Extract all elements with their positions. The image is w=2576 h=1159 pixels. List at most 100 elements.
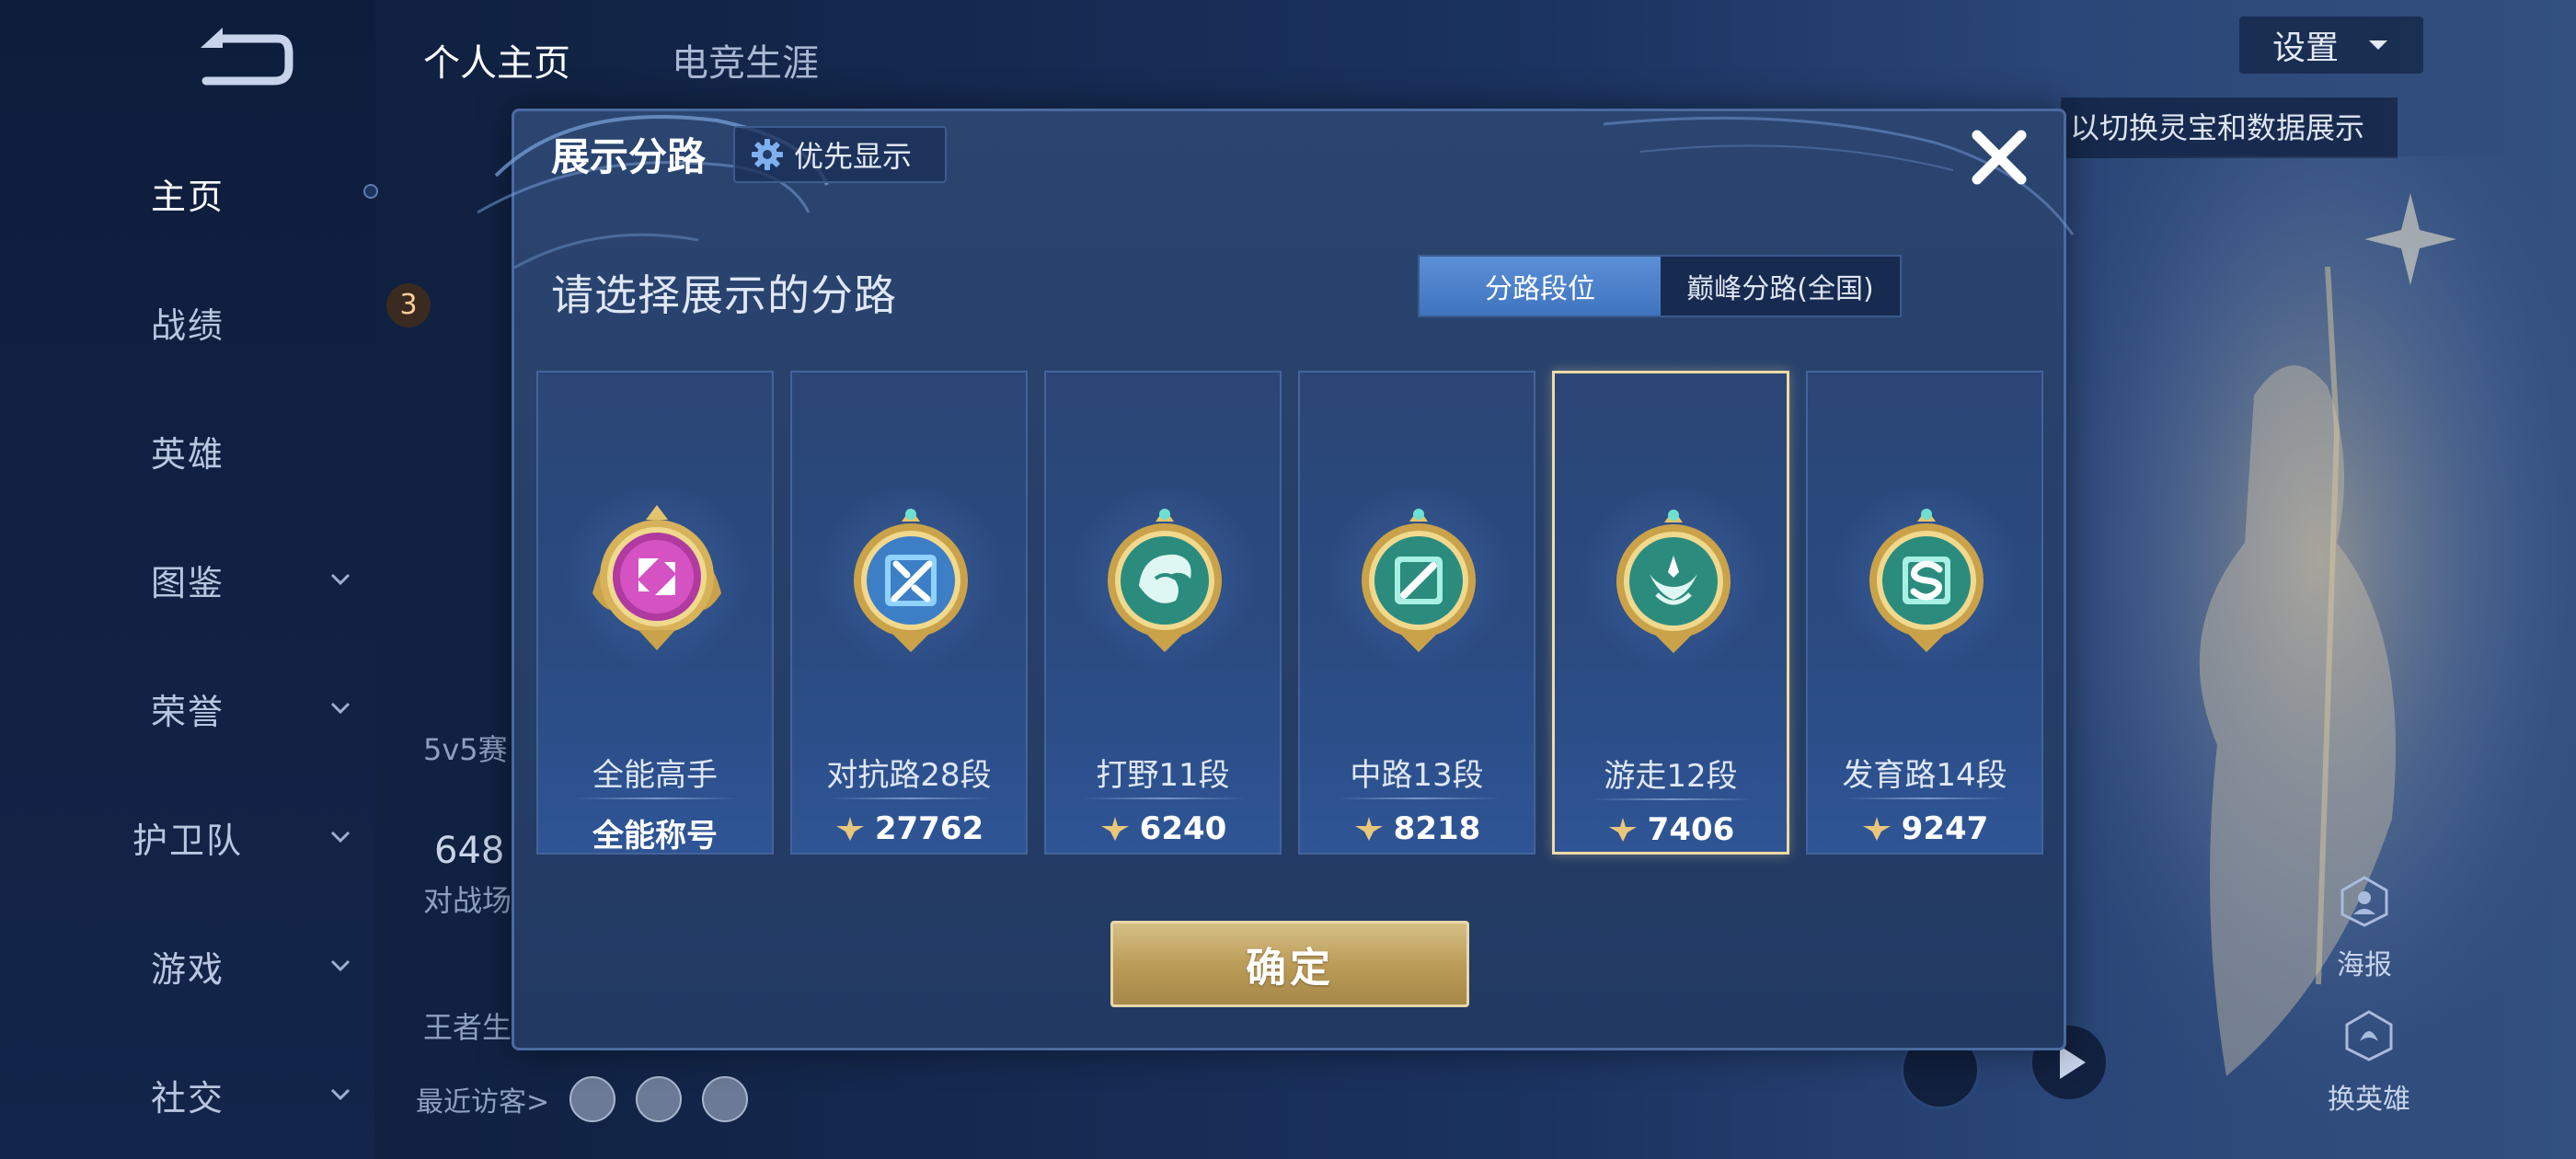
swirl-decoration xyxy=(477,115,829,270)
legacy-label: 王者生 xyxy=(423,1010,512,1045)
gear-icon xyxy=(752,139,783,170)
confirm-label: 确定 xyxy=(1246,945,1334,992)
peak-score: 6240 xyxy=(1046,810,1280,847)
toggle-peak-lane-national[interactable]: 巅峰分路(全国) xyxy=(1661,257,1900,316)
sidebar-item-label: 战绩 xyxy=(150,304,224,346)
peak-score: 7406 xyxy=(1555,811,1787,848)
chevron-down-icon xyxy=(330,573,351,586)
lane-value: 8218 xyxy=(1393,810,1481,847)
sidebar-item-label: 主页 xyxy=(150,176,224,217)
dialog-title: 展示分路 xyxy=(551,134,707,179)
lane-card-roam[interactable]: 游走12段 7406 xyxy=(1552,371,1789,855)
display-lane-dialog: 展示分路 优先显示 请选择展示的分路 分路段位 巅峰分路(全国) 全能高手 全能… xyxy=(477,109,2075,1050)
confirm-button[interactable]: 确定 xyxy=(1110,921,1469,1007)
peak-score: 27762 xyxy=(792,810,1026,847)
recent-visitors: 最近访客> xyxy=(416,1076,749,1122)
notification-badge: 3 xyxy=(386,283,431,327)
allround-purple-emblem-icon xyxy=(592,505,721,650)
sidebar-item-label: 荣誉 xyxy=(150,691,224,732)
lane-name: 对抗路28段 xyxy=(826,757,992,794)
priority-display-button[interactable]: 优先显示 xyxy=(733,126,947,183)
settings-label: 设置 xyxy=(2271,29,2339,67)
farm-lane-emblem-icon xyxy=(1869,509,1984,652)
chevron-down-icon xyxy=(330,959,351,972)
lane-name: 发育路14段 xyxy=(1842,757,2007,794)
lane-card-jungle[interactable]: 打野11段 6240 xyxy=(1044,371,1282,855)
lane-value: 9247 xyxy=(1901,810,1989,847)
avatar[interactable] xyxy=(702,1076,749,1122)
stat-number: 648 xyxy=(434,830,505,872)
roam-emblem-icon xyxy=(1616,510,1731,653)
chevron-down-icon xyxy=(330,831,351,843)
toggle-lane-rank[interactable]: 分路段位 xyxy=(1420,257,1661,316)
poster-icon xyxy=(2340,876,2388,927)
stat-label: 对战场 xyxy=(423,883,512,918)
card-divider xyxy=(1337,798,1501,799)
card-divider xyxy=(1845,798,2008,799)
change-hero-button[interactable]: 换英雄 xyxy=(2328,1008,2410,1117)
lane-card-clash[interactable]: 对抗路28段 27762 xyxy=(790,371,1028,855)
back-arrow-icon[interactable] xyxy=(193,26,294,90)
sidebar-item-social[interactable]: 社交 xyxy=(0,1053,375,1136)
sidebar-item-guard-team[interactable]: 护卫队 xyxy=(0,796,375,878)
lane-value: 7406 xyxy=(1647,811,1735,848)
profile-tabs: 个人主页 电竞生涯 xyxy=(423,33,819,86)
jungle-emblem-icon xyxy=(1108,509,1222,652)
lane-name: 打野11段 xyxy=(1096,757,1230,794)
tab-personal-home[interactable]: 个人主页 xyxy=(423,33,570,86)
poster-label: 海报 xyxy=(2337,949,2392,981)
card-divider xyxy=(829,798,993,799)
lane-title-value: 全能称号 xyxy=(538,810,772,855)
sidebar-item-honor[interactable]: 荣誉 xyxy=(0,667,375,750)
tab-esports-career[interactable]: 电竞生涯 xyxy=(672,33,819,86)
mid-lane-emblem-icon xyxy=(1362,509,1476,652)
mode-text: 5v5赛 xyxy=(423,732,508,767)
display-mode-toggle: 分路段位 巅峰分路(全国) xyxy=(1418,255,1902,317)
card-divider xyxy=(1083,798,1247,799)
lane-card-list: 全能高手 全能称号 对抗路28段 27762 打野11段 6240 中路13段 … xyxy=(536,371,2047,855)
sidebar-item-label: 英雄 xyxy=(150,433,224,475)
avatar[interactable] xyxy=(636,1076,683,1122)
lane-name: 全能高手 xyxy=(592,757,718,794)
recent-visitors-label[interactable]: 最近访客> xyxy=(416,1079,549,1119)
peak-score-icon xyxy=(1862,817,1891,841)
active-indicator-dot xyxy=(363,184,378,199)
lane-name: 中路13段 xyxy=(1350,757,1484,794)
chevron-down-icon xyxy=(330,1088,351,1101)
hero-artwork-image xyxy=(2061,156,2576,1159)
peak-score-icon xyxy=(1608,818,1637,842)
card-divider xyxy=(1592,798,1755,800)
sidebar-item-codex[interactable]: 图鉴 xyxy=(0,538,375,621)
avatar[interactable] xyxy=(569,1076,616,1122)
chevron-down-icon xyxy=(2369,40,2387,50)
lane-card-farm[interactable]: 发育路14段 9247 xyxy=(1806,371,2043,855)
lane-value: 27762 xyxy=(874,810,984,847)
close-icon[interactable] xyxy=(1966,124,2032,190)
change-hero-label: 换英雄 xyxy=(2328,1084,2410,1116)
hint-text: 以切换灵宝和数据展示 xyxy=(2061,98,2398,158)
clash-lane-emblem-icon xyxy=(854,509,968,652)
peak-score-icon xyxy=(1100,817,1129,841)
settings-button[interactable]: 设置 xyxy=(2239,17,2423,74)
section-title: 请选择展示的分路 xyxy=(551,270,897,320)
peak-score-icon xyxy=(835,817,864,841)
peak-score: 8218 xyxy=(1300,810,1534,847)
sidebar-item-heroes[interactable]: 英雄 xyxy=(0,409,375,492)
card-divider xyxy=(575,798,739,799)
sidebar-item-record[interactable]: 战绩 xyxy=(0,281,375,363)
peak-score: 9247 xyxy=(1808,810,2041,847)
sidebar-item-label: 图鉴 xyxy=(150,562,224,603)
poster-button[interactable]: 海报 xyxy=(2337,874,2392,982)
lane-value: 全能称号 xyxy=(592,818,718,855)
sidebar-item-home[interactable]: 主页 xyxy=(0,152,375,235)
lane-card-allround[interactable]: 全能高手 全能称号 xyxy=(536,371,774,855)
peak-score-icon xyxy=(1354,817,1383,841)
lane-name: 游走12段 xyxy=(1604,758,1738,795)
sidebar-item-label: 游戏 xyxy=(150,948,224,990)
lane-card-mid[interactable]: 中路13段 8218 xyxy=(1298,371,1535,855)
sidebar-item-label: 护卫队 xyxy=(132,820,243,861)
left-sidebar: 主页 战绩 英雄 图鉴 荣誉 护卫队 游戏 社交 xyxy=(0,0,378,1159)
sidebar-item-game[interactable]: 游戏 xyxy=(0,924,375,1007)
chevron-down-icon xyxy=(330,702,351,715)
priority-display-label: 优先显示 xyxy=(794,139,913,174)
